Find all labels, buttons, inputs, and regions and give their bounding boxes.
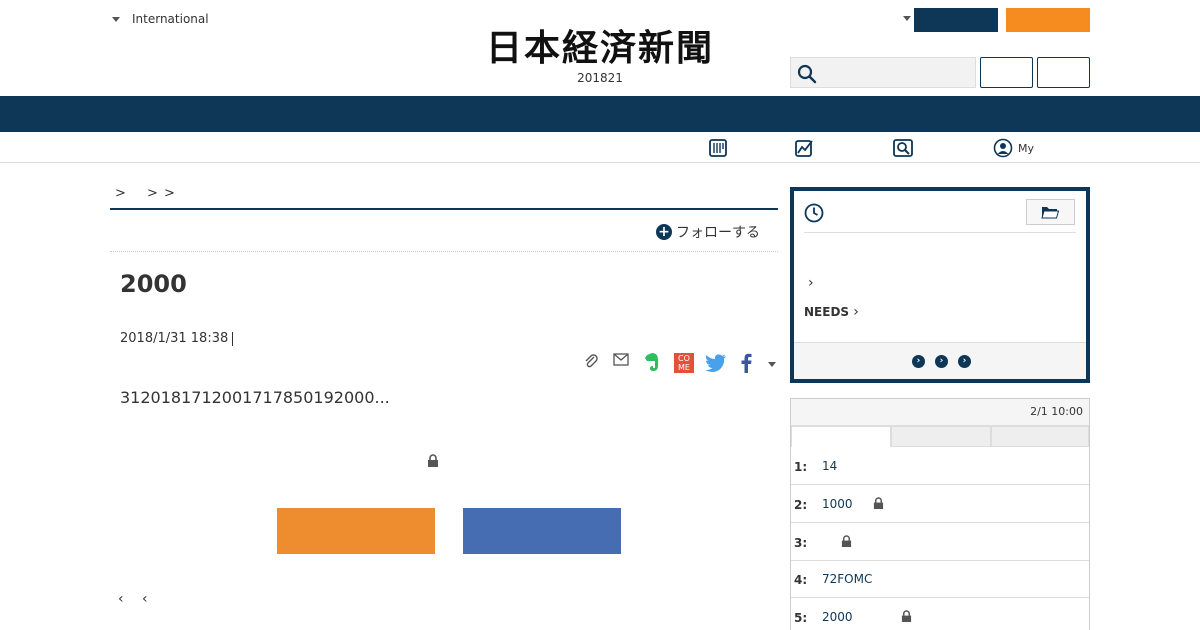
clip-icon[interactable] (583, 353, 599, 369)
login-button[interactable] (980, 57, 1033, 88)
history-panel: › NEEDS › › › › (790, 187, 1090, 383)
header-date: 201821 (577, 71, 623, 85)
rank-number: 5: (794, 611, 808, 625)
sub-navigation: My (0, 132, 1200, 163)
rank-title: 72FOMC (822, 572, 873, 586)
ranking-header: 2/1 10:00 (791, 399, 1089, 426)
ranking-tab-1[interactable] (791, 426, 891, 447)
folder-icon (1041, 207, 1059, 219)
ranking-row[interactable]: 4: 72FOMC (791, 560, 1089, 598)
evernote-icon[interactable] (643, 352, 661, 372)
chart-icon (795, 140, 813, 157)
panel-chevron-link[interactable]: › (808, 275, 814, 291)
search-screen-icon (893, 139, 913, 157)
article-date-text: 2018/1/31 18:38 (120, 331, 229, 346)
rank-title: 2000 (822, 610, 853, 624)
needs-link[interactable]: NEEDS › (804, 304, 859, 320)
facebook-icon[interactable] (740, 353, 752, 373)
footer-link-2[interactable]: › (935, 355, 948, 368)
needs-label: NEEDS (804, 305, 850, 319)
login-cta-button[interactable] (463, 508, 621, 554)
ranking-updated-time: 2/1 10:00 (1030, 405, 1083, 418)
caret-down-icon (112, 16, 120, 22)
subnav-my-label: My (1018, 141, 1035, 155)
prev-link[interactable]: ‹ (118, 591, 124, 607)
lock-icon (841, 535, 852, 547)
footer-link-1[interactable]: › (912, 355, 925, 368)
account-caret-icon[interactable] (903, 16, 911, 21)
ranking-tabs (791, 426, 1089, 447)
ranking-tab-2[interactable] (891, 426, 991, 447)
panel-divider (804, 232, 1076, 233)
search-icon (797, 64, 817, 84)
subscribe-cta-button[interactable] (277, 508, 435, 554)
breadcrumb-separator: > (147, 186, 158, 201)
rank-number: 4: (794, 573, 808, 587)
rank-title: 1000 (822, 497, 853, 511)
rank-number: 1: (794, 460, 808, 474)
plus-circle-icon: + (656, 224, 672, 240)
breadcrumb-separator: > (164, 186, 175, 201)
ranking-tab-3[interactable] (991, 426, 1089, 447)
rank-title: 14 (822, 459, 838, 473)
dotted-divider (110, 251, 778, 252)
site-logo[interactable]: 日本経済新聞 (450, 28, 750, 68)
main-navbar (0, 96, 1200, 132)
subnav-item-my[interactable]: My (993, 138, 1034, 158)
subnav-item-search[interactable] (893, 138, 913, 158)
come-icon[interactable]: CO ME (674, 353, 694, 373)
trial-button[interactable] (1006, 8, 1090, 32)
prev-link-2[interactable]: ‹ (142, 591, 148, 607)
follow-button[interactable]: + フォローする (656, 222, 760, 242)
search-input[interactable] (821, 62, 971, 84)
user-icon (993, 138, 1013, 158)
article-lead: 3120181712001717850192000... (120, 388, 390, 407)
rank-number: 3: (794, 536, 808, 550)
chevron-right-icon: › (853, 304, 859, 320)
article-date: 2018/1/31 18:38 (120, 331, 234, 346)
clock-icon (804, 203, 824, 223)
lock-icon (428, 454, 438, 467)
ranking-row[interactable]: 2: 1000 (791, 485, 1089, 523)
mail-icon[interactable] (613, 353, 629, 367)
article-headline: 2000 (120, 270, 187, 298)
newspaper-icon (709, 139, 727, 157)
date-separator (232, 331, 234, 346)
folder-button[interactable] (1026, 199, 1075, 225)
follow-label: フォローする (676, 225, 760, 241)
region-selector[interactable]: International (110, 12, 209, 26)
ranking-panel: 2/1 10:00 1: 14 2: 1000 3: 4: 72FOMC 5: … (790, 398, 1090, 630)
lock-icon (873, 497, 884, 509)
ranking-row[interactable]: 1: 14 (791, 447, 1089, 485)
subscribe-button[interactable] (914, 8, 998, 32)
breadcrumb: > > > (110, 186, 778, 210)
footer-link-3[interactable]: › (958, 355, 971, 368)
panel-footer: › › › (794, 342, 1086, 379)
share-more-caret-icon[interactable] (768, 362, 776, 367)
search-box[interactable] (790, 57, 976, 88)
subnav-item-chart[interactable] (794, 138, 814, 158)
signup-button[interactable] (1037, 57, 1090, 88)
breadcrumb-separator: > (115, 186, 126, 201)
lock-icon (901, 610, 912, 622)
ranking-row[interactable]: 5: 2000 (791, 598, 1089, 630)
twitter-icon[interactable] (705, 354, 727, 372)
subnav-item-newspaper[interactable] (708, 138, 728, 158)
region-label: International (132, 12, 209, 26)
ranking-row[interactable]: 3: (791, 523, 1089, 561)
rank-number: 2: (794, 498, 808, 512)
